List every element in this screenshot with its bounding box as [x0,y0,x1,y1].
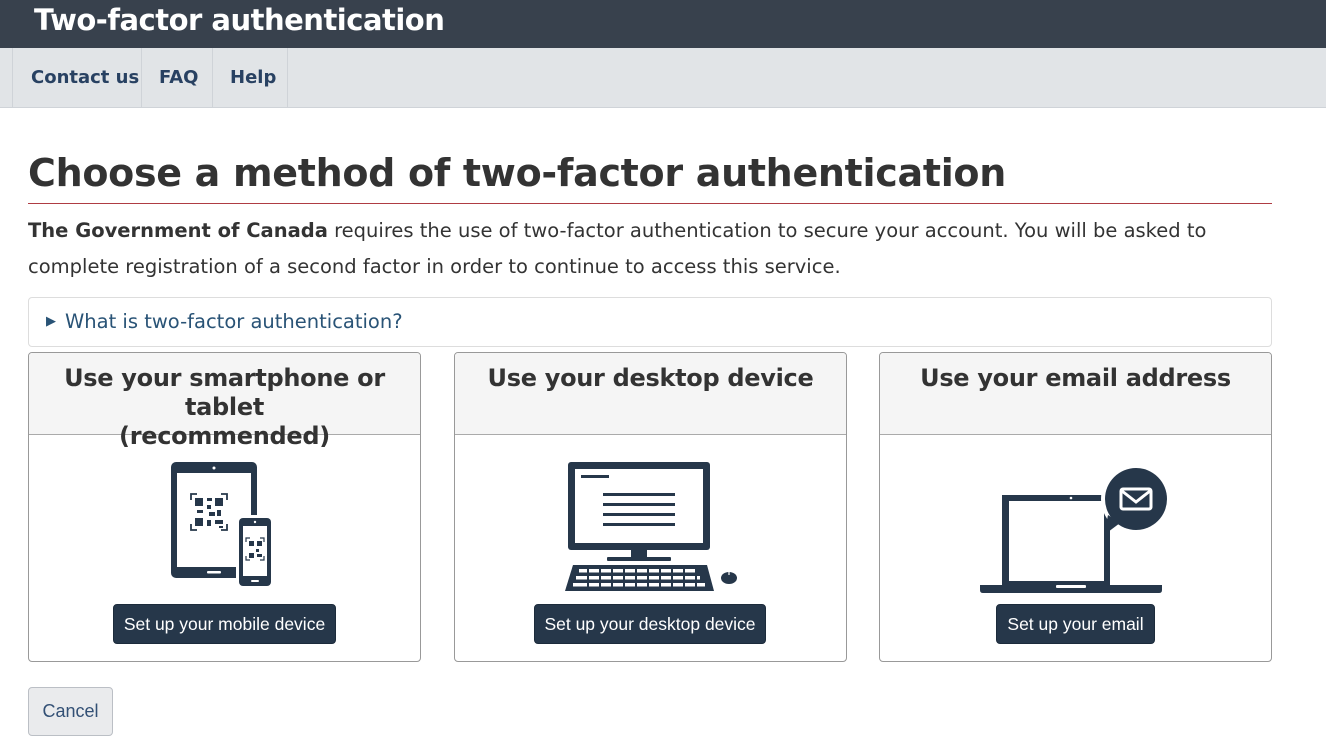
app-header: Two-factor authentication [0,0,1326,48]
card-email: Use your email address Set up your email [879,352,1272,662]
card-header: Use your desktop device [455,353,846,435]
card-title-line1: Use your smartphone or tablet [64,364,385,421]
setup-mobile-button[interactable]: Set up your mobile device [113,604,336,644]
details-summary-text[interactable]: What is two-factor authentication? [65,309,403,335]
card-title: Use your smartphone or tablet (recommend… [29,364,420,451]
card-desktop: Use your desktop device Set up your desk… [454,352,847,662]
card-title-line1: Use your email address [920,364,1231,392]
desktop-computer-icon [565,462,737,591]
card-title-line1: Use your desktop device [487,364,814,392]
nav-contact-us-link[interactable]: Contact us [12,48,141,107]
intro-paragraph: The Government of Canada requires the us… [28,213,1288,285]
page-title: Choose a method of two-factor authentica… [28,151,1006,195]
intro-strong-text: The Government of Canada [28,219,328,242]
details-summary[interactable]: ▶ What is two-factor authentication? [28,297,1272,347]
card-title: Use your email address [880,364,1271,393]
app-title: Two-factor authentication [34,3,445,37]
card-title-line2: (recommended) [119,422,330,450]
nav-faq-link[interactable]: FAQ [141,48,212,107]
cancel-button[interactable]: Cancel [28,687,113,736]
nav-list: Contact us FAQ Help [12,48,288,107]
nav-bar: Contact us FAQ Help [0,48,1326,108]
triangle-right-icon: ▶ [46,314,56,329]
setup-desktop-button[interactable]: Set up your desktop device [534,604,766,644]
card-mobile: Use your smartphone or tablet (recommend… [28,352,421,662]
setup-email-button[interactable]: Set up your email [996,604,1155,644]
laptop-email-icon [980,465,1170,593]
tablet-phone-qr-icon [171,462,274,588]
card-header: Use your smartphone or tablet (recommend… [29,353,420,450]
card-title: Use your desktop device [455,364,846,393]
card-header: Use your email address [880,353,1271,435]
nav-help-link[interactable]: Help [212,48,288,107]
title-rule [28,203,1272,204]
